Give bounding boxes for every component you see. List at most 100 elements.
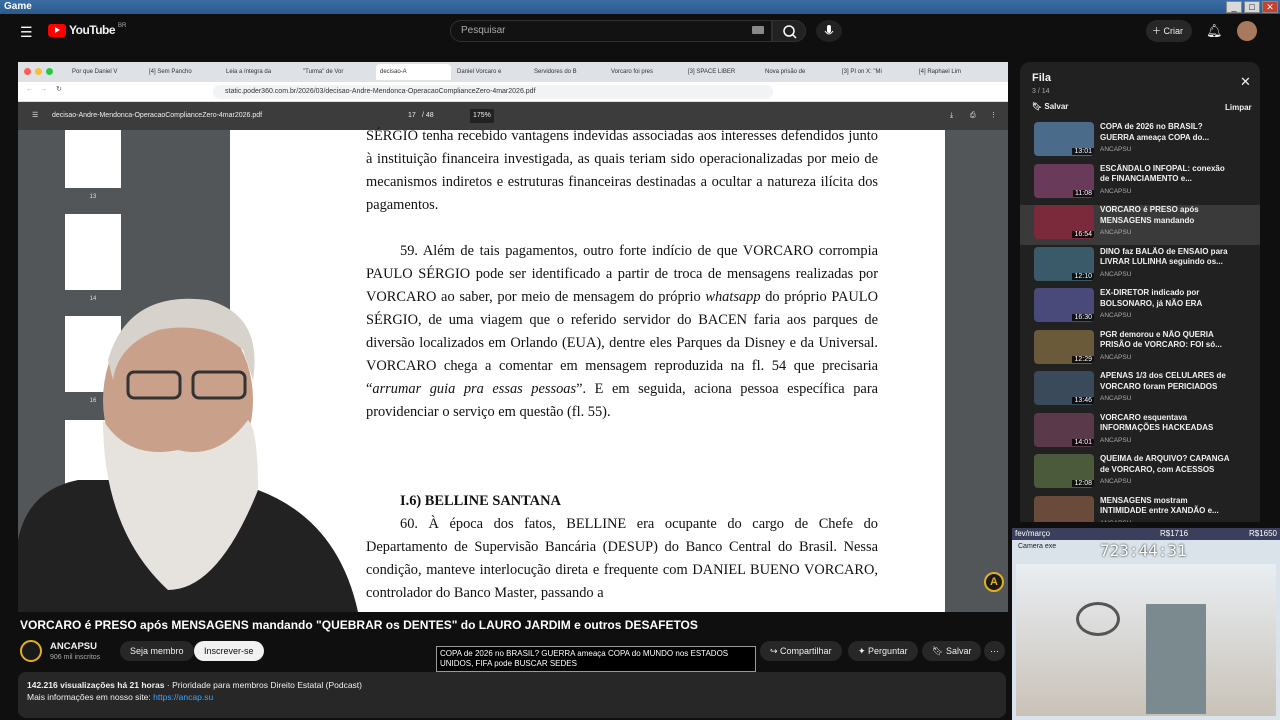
video-title: VORCARO é PRESO após MENSAGENS mandando … [20,618,698,632]
tooltip: COPA de 2026 no BRASIL? GUERRA ameaça CO… [436,646,756,672]
queue-panel: Fila 3 / 14 ✕ 🔖︎ Salvar Limpar 13:01 COPA… [1020,62,1260,522]
keyboard-icon[interactable] [752,26,764,34]
search-input[interactable]: Pesquisar [450,20,772,42]
print-icon[interactable]: ⎙ [970,102,976,130]
queue-item-title: VORCARO é PRESO após MENSAGENS mandando … [1100,205,1199,225]
channel-avatar[interactable] [20,640,42,662]
queue-item[interactable]: 12:08 QUEIMA de ARQUIVO? CAPANGA de VORCA… [1030,454,1255,494]
duration-badge: 13:46 [1072,397,1094,404]
pdf-menu-icon[interactable]: ☰ [32,102,38,130]
queue-item[interactable]: 12:43 MENSAGENS mostram INTIMIDADE entre … [1030,495,1255,522]
forward-icon[interactable]: → [40,86,47,93]
more-icon[interactable]: ⋮ [990,102,997,130]
queue-item-title: PGR demorou e NÃO QUERIA PRISÃO de VORCA… [1100,329,1222,350]
browser-tab[interactable]: Servidores do B [530,64,605,80]
queue-thumbnail: 12:08 [1034,454,1094,488]
browser-tab-strip: Por que Daniel V [4] Sem Pancho Leia a ínt… [18,62,1008,82]
queue-thumbnail: 12:43 [1034,495,1094,522]
avatar[interactable] [1237,21,1257,41]
presenter-webcam [18,298,358,612]
duration-badge: 12:10 [1072,272,1094,280]
queue-thumbnail: 13:01 [1034,122,1094,156]
queue-thumbnail: 13:46 [1034,371,1094,405]
queue-item-channel: ANCAPSU [1100,229,1132,236]
duration-badge: 16:30 [1072,314,1094,321]
subscriber-count: 906 mil inscritos [50,654,101,661]
window-title-bar: Game [0,0,1280,14]
queue-item-channel: ANCAPSU [1100,187,1132,195]
back-icon[interactable]: ← [26,86,33,93]
queue-item-title: QUEIMA de ARQUIVO? CAPANGA de VORCARO, c… [1100,454,1230,474]
close-queue-icon[interactable]: ✕ [1240,74,1251,90]
section-heading: I.6) BELLINE SANTANA [400,493,561,509]
download-icon[interactable]: ⤓ [950,102,953,130]
maximize-button[interactable]: □ [1244,1,1260,13]
ask-button[interactable]: ✦ Perguntar [848,641,918,661]
minimize-button[interactable]: _ [1226,1,1242,13]
queue-item-title: DINO faz BALÃO de ENSAIO para LIVRAR LUL… [1100,246,1228,267]
zoom-level[interactable]: 175% [470,109,494,123]
youtube-play-icon [48,23,66,37]
queue-item[interactable]: 12:29 PGR demorou e NÃO QUERIA PRISÃO de … [1030,329,1255,370]
notifications-icon[interactable]: 🔔︎ [1206,23,1223,39]
close-button[interactable]: ✕ [1262,1,1278,13]
more-actions-button[interactable]: ⋯ [984,641,1005,661]
browser-tab[interactable]: [4] Raphael Lim [915,64,990,80]
description-box[interactable]: 142.216 visualizações há 21 horas · Prio… [18,672,1006,718]
reload-icon[interactable]: ↻ [56,85,62,93]
camera-title: Camera exe [1018,543,1057,550]
window-controls: _ □ ✕ [1226,1,1278,13]
queue-item[interactable]: 11:08 ESCÂNDALO INFOPAL: conexão de FINAN… [1030,163,1255,204]
duration-badge: 11:08 [1073,189,1094,197]
queue-item-title: EX-DIRETOR indicado por BOLSONARO, já NÃ… [1100,288,1202,308]
page-thumbnail[interactable] [65,130,121,188]
queue-item-title: APENAS 1/3 dos CELULARES de VORCARO fora… [1100,371,1226,391]
browser-tab[interactable]: Por que Daniel V [68,64,143,80]
youtube-logo[interactable]: YouTube BR [48,23,126,37]
queue-item-title: COPA de 2026 no BRASIL? GUERRA ameaça CO… [1100,122,1210,142]
search-button[interactable] [772,20,806,42]
address-bar[interactable]: static.poder360.com.br/2026/03/decisao-A… [213,85,773,99]
queue-item[interactable]: 14:01 VORCARO esquentava INFORMAÇÕES HACK… [1030,412,1255,453]
voice-search-button[interactable] [816,20,842,42]
browser-tab[interactable]: [3] SPACE LIBER [684,64,759,80]
create-button[interactable]: ＋ Criar [1146,20,1192,42]
menu-icon[interactable]: ☰ [20,24,33,41]
duration-badge: 16:54 [1072,231,1094,238]
page-thumbnail[interactable] [65,214,121,290]
ancap-logo: A [984,572,1004,592]
traffic-lights [24,68,53,75]
queue-item-title: ESCÂNDALO INFOPAL: conexão de FINANCIAME… [1100,163,1225,184]
save-queue-button[interactable]: 🔖︎ Salvar [1032,102,1068,111]
microphone-icon [824,25,834,35]
join-button[interactable]: Seja membro [120,641,194,661]
site-link[interactable]: https://ancap.su [153,692,213,702]
share-button[interactable]: ↪ Compartilhar [760,641,842,661]
queue-thumbnail: 12:10 [1034,246,1094,281]
duration-badge: 13:01 [1072,148,1094,155]
queue-item[interactable]: 16:30 EX-DIRETOR indicado por BOLSONARO, … [1030,288,1255,328]
queue-item-channel: ANCAPSU [1100,312,1132,319]
browser-tab[interactable]: Leia a íntegra da [222,64,297,80]
subscribe-button[interactable]: Inscrever-se [194,641,264,661]
browser-tab[interactable]: [4] Sem Pancho [145,64,220,80]
camera-overlay: fev/março R$1716 R$1650 Camera exe 723:44:… [1012,528,1280,720]
search-icon [783,25,797,39]
queue-item-channel: ANCAPSU [1100,146,1132,153]
browser-tab[interactable]: [3] PI on X: "Mi [838,64,913,80]
browser-tab[interactable]: Nova prisão de [761,64,836,80]
view-stats: 142.216 visualizações há 21 horas [27,680,165,690]
queue-item[interactable]: 12:10 DINO faz BALÃO de ENSAIO para LIVRA… [1030,246,1255,287]
queue-item[interactable]: 13:46 APENAS 1/3 dos CELULARES de VORCARO… [1030,371,1255,411]
queue-item[interactable]: 13:01 COPA de 2026 no BRASIL? GUERRA amea… [1030,122,1255,162]
browser-tab[interactable]: Vorcaro foi pres [607,64,682,80]
paragraph-60: 60. À época dos fatos, BELLINE era ocupa… [366,516,878,601]
browser-tab[interactable]: Daniel Vorcaro e [453,64,528,80]
queue-thumbnail: 14:01 [1034,412,1094,447]
clear-queue-button[interactable]: Limpar [1225,103,1252,112]
browser-tab[interactable]: decisao-A [376,64,451,80]
save-button[interactable]: 🔖︎ Salvar [922,641,982,661]
browser-tab[interactable]: "Turma" de Vor [299,64,374,80]
queue-item[interactable]: 16:54 VORCARO é PRESO após MENSAGENS mand… [1020,205,1260,245]
channel-name[interactable]: ANCAPSU [50,641,97,652]
